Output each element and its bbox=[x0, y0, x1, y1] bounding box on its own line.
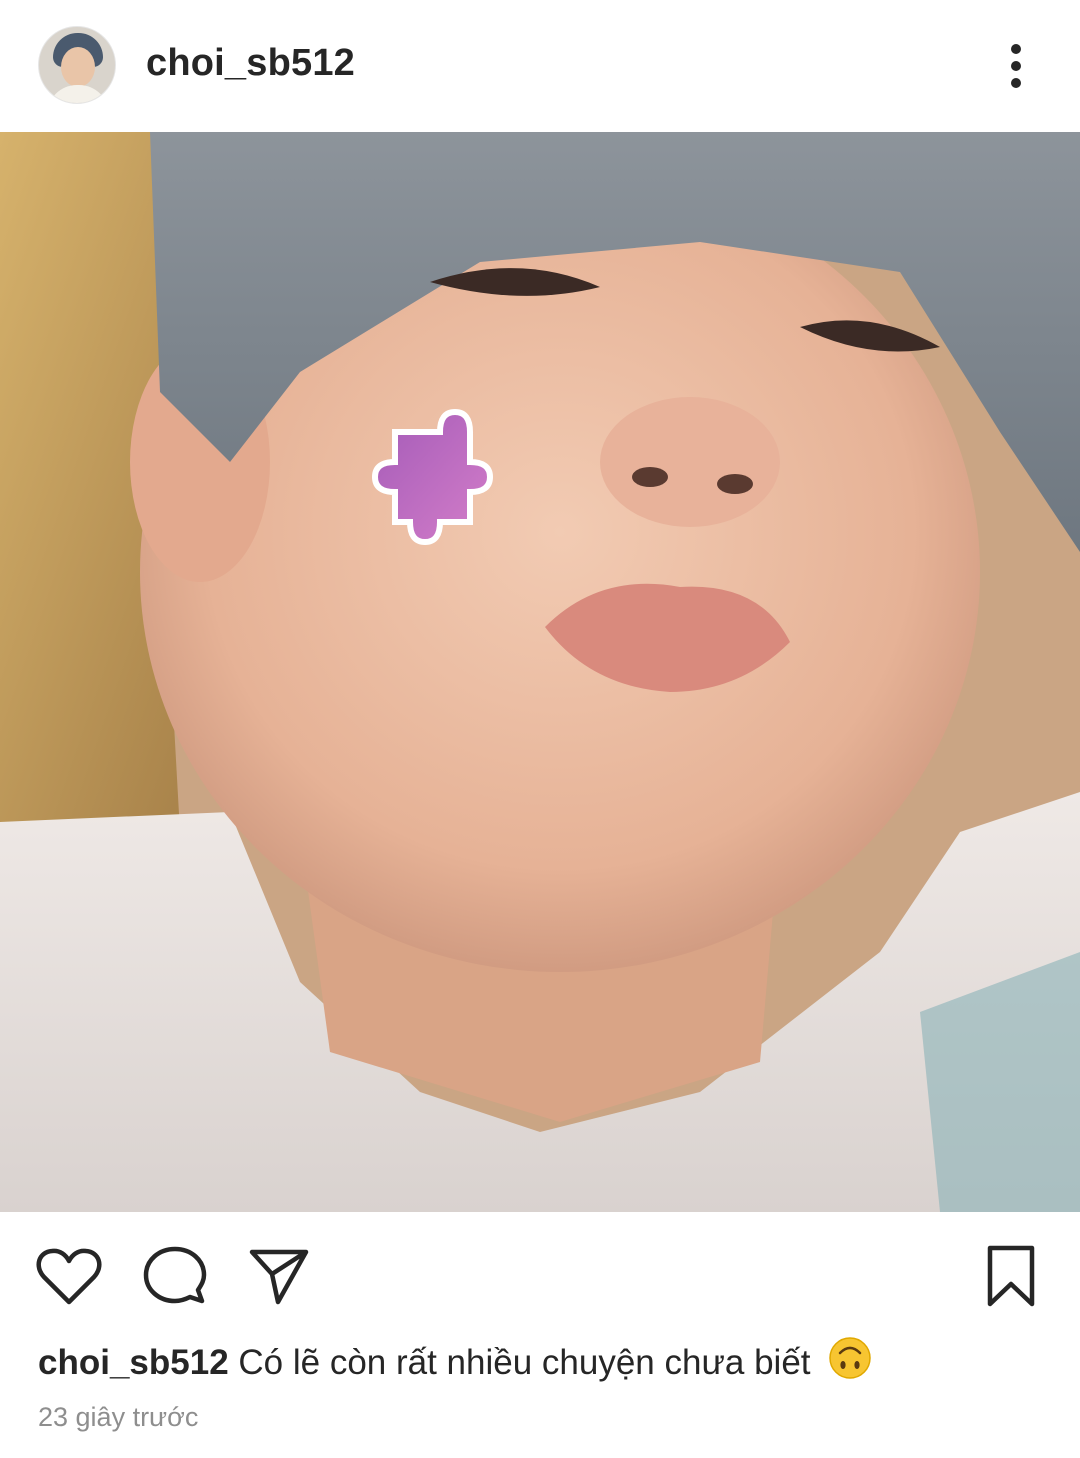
nostril bbox=[632, 467, 668, 487]
post-photo[interactable] bbox=[0, 132, 1080, 1212]
more-dot bbox=[1011, 61, 1021, 71]
avatar-shirt bbox=[47, 85, 109, 103]
caption-text: Có lẽ còn rất nhiều chuyện chưa biết bbox=[238, 1343, 811, 1382]
post-timestamp: 23 giây trước bbox=[38, 1402, 199, 1432]
post-header: choi_sb512 bbox=[0, 0, 1080, 132]
post-actions bbox=[0, 1212, 1080, 1332]
avatar[interactable] bbox=[38, 26, 116, 104]
more-dot bbox=[1011, 44, 1021, 54]
more-dot bbox=[1011, 78, 1021, 88]
nose bbox=[600, 397, 780, 527]
share-send-icon[interactable] bbox=[244, 1242, 314, 1312]
post-caption: choi_sb512 Có lẽ còn rất nhiều chuyện ch… bbox=[38, 1336, 1048, 1391]
post-photo-illustration bbox=[0, 132, 1080, 1212]
caption-username[interactable]: choi_sb512 bbox=[38, 1343, 229, 1382]
nostril bbox=[717, 474, 753, 494]
bookmark-icon[interactable] bbox=[976, 1242, 1046, 1312]
puzzle-sticker bbox=[371, 408, 494, 546]
heart-icon[interactable] bbox=[34, 1242, 104, 1312]
post-username[interactable]: choi_sb512 bbox=[146, 42, 355, 85]
avatar-face bbox=[61, 47, 95, 87]
upside-down-face-emoji-icon bbox=[828, 1336, 872, 1391]
comment-icon[interactable] bbox=[140, 1242, 210, 1312]
more-options-icon[interactable] bbox=[990, 36, 1042, 96]
